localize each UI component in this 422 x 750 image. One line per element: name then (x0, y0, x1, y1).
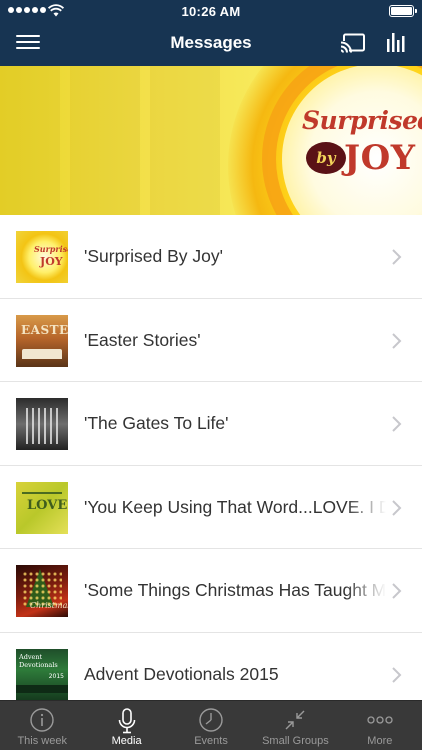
tab-label: This week (17, 735, 67, 747)
chevron-right-icon (392, 499, 402, 516)
chevron-right-icon (392, 583, 402, 599)
chevron-right-icon (392, 416, 402, 432)
thumbnail: Christmas (16, 565, 68, 617)
tab-this-week[interactable]: This week (0, 701, 84, 750)
tab-label: Media (111, 735, 142, 747)
series-banner[interactable]: Surprised by JOY (0, 66, 422, 215)
cast-button[interactable] (340, 33, 366, 53)
stats-button[interactable] (384, 30, 408, 54)
clock-icon (199, 708, 223, 732)
compress-arrows-icon (285, 710, 305, 730)
list-item[interactable]: LOVE 'You Keep Using That Word...LOVE. I… (0, 465, 422, 549)
thumbnail: Surprised JOY (16, 231, 68, 283)
tab-bar: This week Media Events Small Groups More (0, 700, 422, 750)
thumbnail: LOVE (16, 481, 68, 534)
list-item[interactable]: EASTER 'Easter Stories' (0, 298, 422, 382)
thumbnail: EASTER (16, 314, 68, 367)
logo-by: by (306, 142, 346, 174)
microphone-icon (118, 708, 135, 734)
battery-icon (389, 5, 417, 17)
top-bar: 10:26 AM Messages (0, 0, 422, 66)
tab-label: Events (194, 735, 228, 747)
logo-surprised: Surprised (302, 106, 422, 135)
tab-events[interactable]: Events (169, 701, 253, 750)
tab-more[interactable]: More (338, 701, 422, 750)
message-list: Surprised JOY 'Surprised By Joy' EASTER … (0, 215, 422, 716)
chevron-right-icon (392, 332, 402, 349)
message-title: 'Easter Stories' (84, 329, 201, 350)
list-item[interactable]: Surprised JOY 'Surprised By Joy' (0, 215, 422, 299)
message-title: 'You Keep Using That Word...LOVE. I Do (84, 496, 386, 517)
list-item[interactable]: 'The Gates To Life' (0, 382, 422, 466)
message-title: 'Surprised By Joy' (84, 246, 223, 266)
chevron-right-icon (392, 249, 402, 265)
chevron-right-icon (392, 666, 402, 683)
list-item[interactable]: Christmas 'Some Things Christmas Has Tau… (0, 549, 422, 633)
info-icon (30, 708, 54, 732)
status-time: 10:26 AM (181, 4, 241, 19)
more-dots-icon (367, 716, 393, 724)
thumbnail: Advent Devotionals 2015 (16, 648, 68, 701)
message-title: 'The Gates To Life' (84, 413, 229, 433)
series-logo: Surprised by JOY (296, 102, 422, 202)
tab-media[interactable]: Media (84, 701, 168, 750)
banner-photo-tile (70, 66, 140, 215)
banner-photo-tile (0, 66, 60, 215)
message-title: 'Some Things Christmas Has Taught Me (84, 580, 386, 600)
banner-photo-tile (150, 66, 220, 215)
logo-joy: JOY (344, 138, 416, 178)
tab-small-groups[interactable]: Small Groups (253, 701, 337, 750)
tab-label: Small Groups (262, 735, 329, 747)
thumbnail (16, 398, 68, 450)
status-bar: 10:26 AM (0, 0, 422, 22)
tab-label: More (367, 735, 393, 747)
